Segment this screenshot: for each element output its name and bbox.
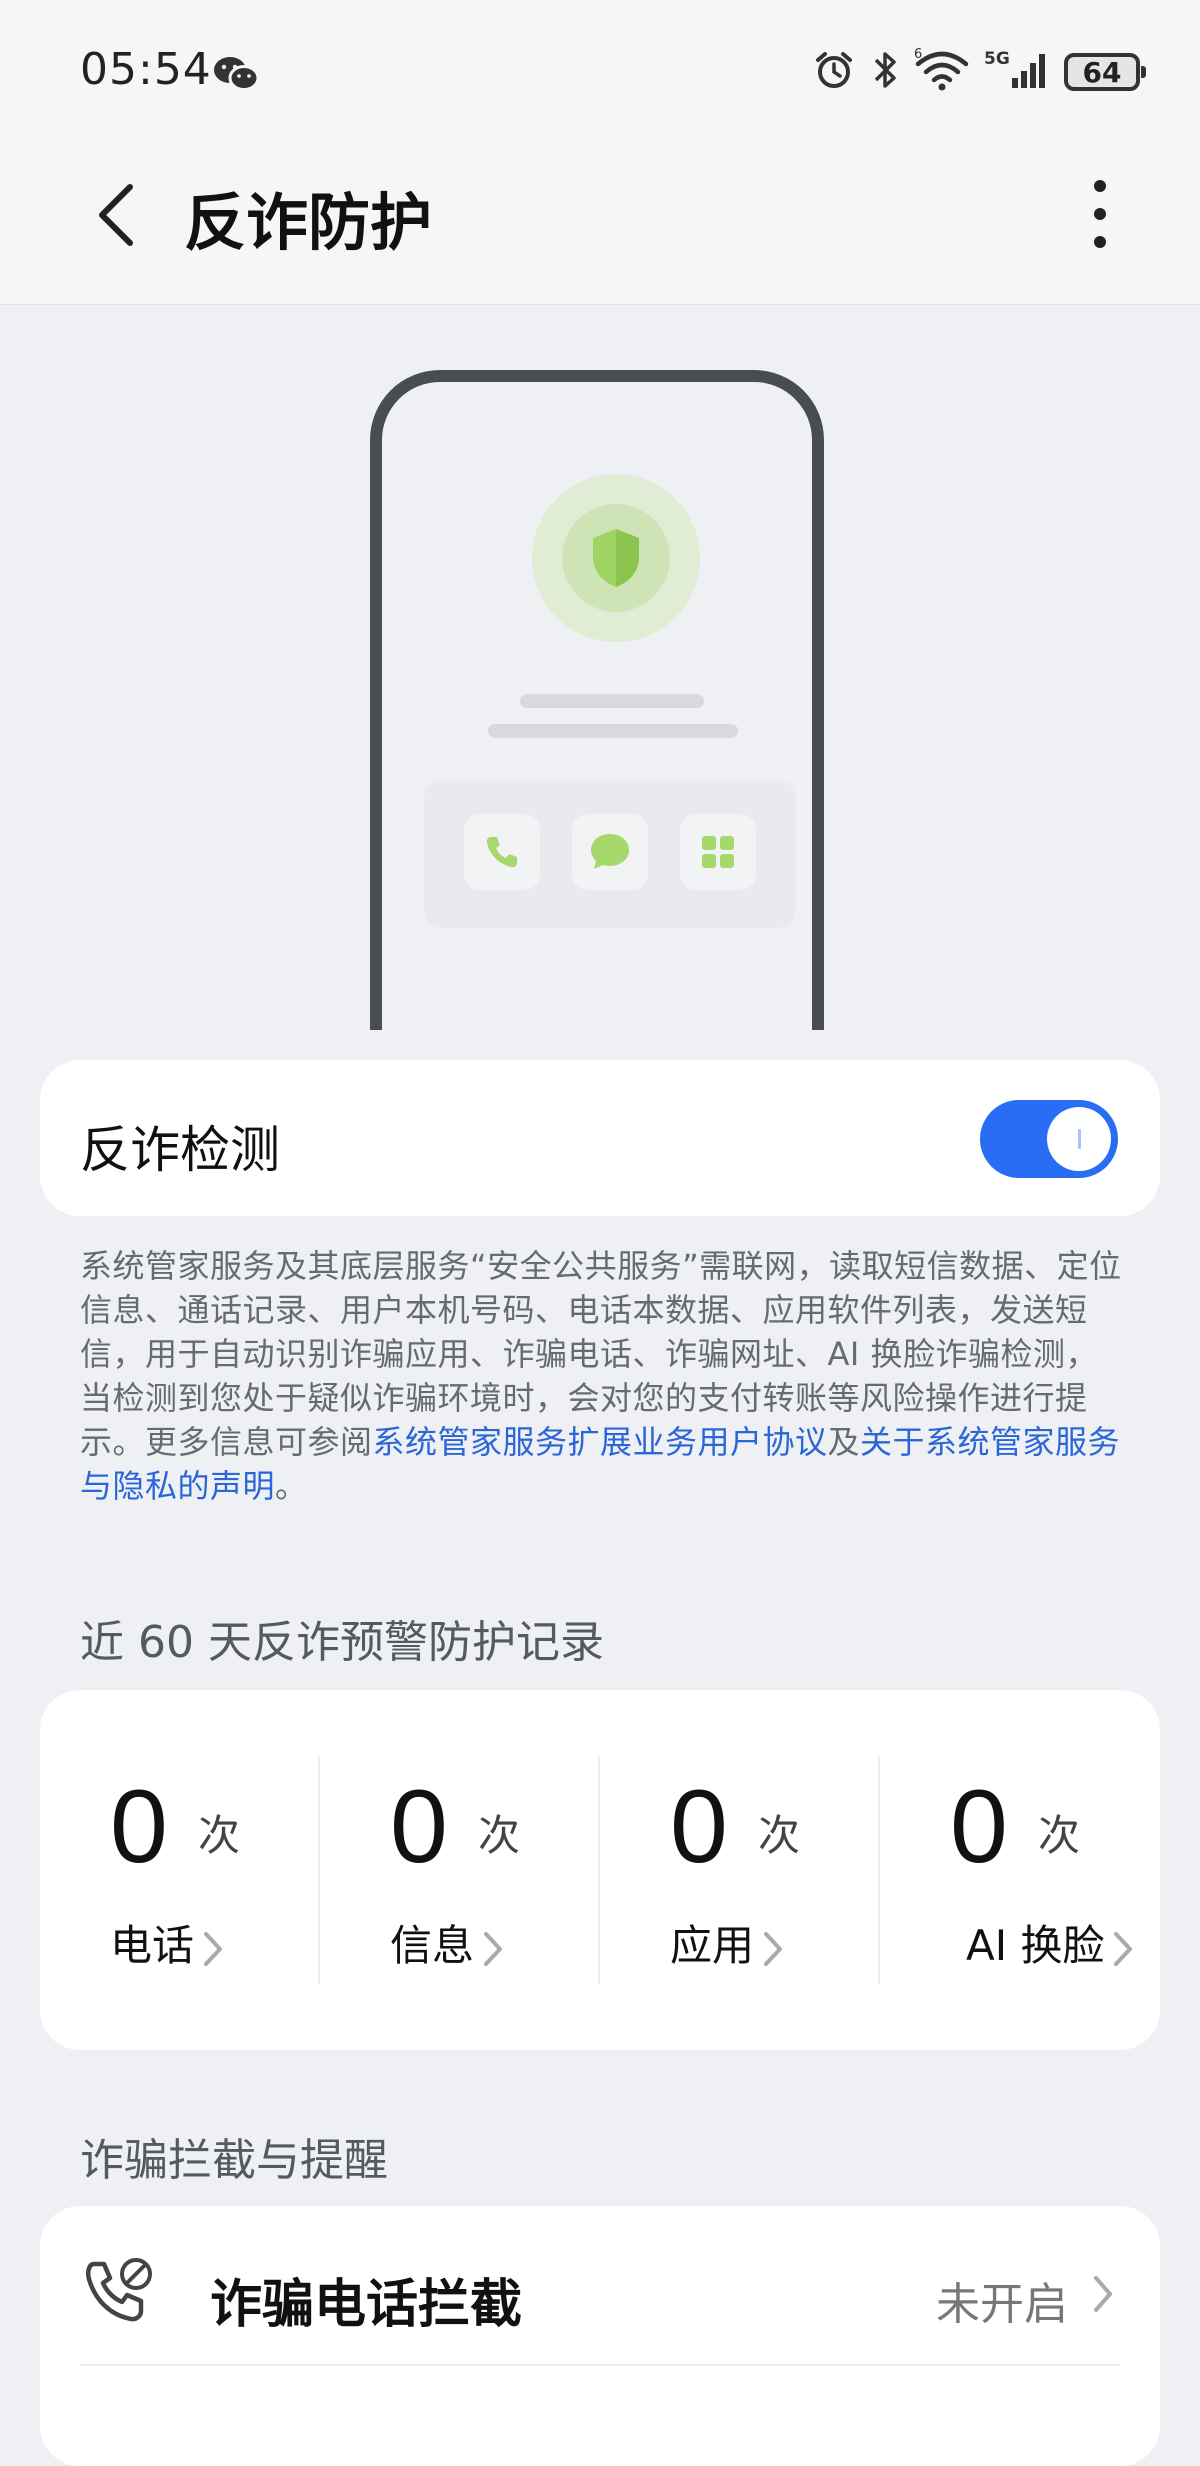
- hero-illustration: [370, 370, 830, 1030]
- record-count: 0: [390, 1769, 448, 1885]
- battery-level: 64: [1082, 55, 1122, 89]
- record-ai-faceswap[interactable]: 0 次 AI 换脸: [880, 1690, 1160, 2050]
- record-label: 应用: [670, 1912, 786, 1973]
- records-card: 0 次 电话 0 次 信息 0 次 应用 0 次 AI 换脸: [40, 1690, 1160, 2050]
- alarm-icon: [812, 48, 856, 96]
- phone-block-icon: [80, 2252, 160, 2336]
- record-count: 0: [110, 1769, 168, 1885]
- divider: [80, 2364, 1120, 2366]
- chevron-left-icon[interactable]: [94, 183, 138, 251]
- header-bar: [0, 150, 1200, 305]
- list-item-value: 未开启: [936, 2279, 1068, 2330]
- record-label: 电话: [110, 1912, 226, 1973]
- record-unit: 次: [758, 1811, 801, 1860]
- record-label: 信息: [390, 1912, 506, 1973]
- bluetooth-icon: [870, 48, 900, 96]
- fraud-call-block-row[interactable]: 诈骗电话拦截 未开启: [40, 2206, 1160, 2364]
- record-unit: 次: [198, 1811, 241, 1860]
- record-messages[interactable]: 0 次 信息: [320, 1690, 600, 2050]
- 5g-signal-icon: 5G: [984, 48, 1050, 96]
- phone-icon: [464, 814, 540, 890]
- detection-label: 反诈检测: [80, 1121, 280, 1179]
- battery-icon: 64: [1064, 53, 1146, 91]
- record-apps[interactable]: 0 次 应用: [600, 1690, 880, 2050]
- description-end: 。: [275, 1467, 308, 1505]
- detection-card: 反诈检测: [40, 1060, 1160, 1216]
- apps-icon: [680, 814, 756, 890]
- chevron-right-icon: [764, 1931, 783, 1966]
- record-unit: 次: [478, 1811, 521, 1860]
- record-unit: 次: [1038, 1811, 1081, 1860]
- record-count: 0: [670, 1769, 728, 1885]
- status-time: 05:54: [80, 44, 212, 95]
- description-joiner: 及: [827, 1423, 861, 1461]
- wifi-icon: 6: [914, 47, 970, 96]
- record-calls[interactable]: 0 次 电话: [40, 1690, 320, 2050]
- record-count: 0: [950, 1769, 1008, 1885]
- records-section-title: 近 60 天反诈预警防护记录: [80, 1617, 604, 1668]
- user-agreement-link[interactable]: 系统管家服务扩展业务用户协议: [373, 1423, 828, 1461]
- wechat-icon: [212, 54, 260, 98]
- status-bar: 05:54 6 5G 64: [0, 0, 1200, 150]
- record-label: AI 换脸: [966, 1912, 1136, 1973]
- detection-toggle[interactable]: [980, 1100, 1118, 1178]
- interception-section-title: 诈骗拦截与提醒: [80, 2135, 388, 2186]
- network-label: 5G: [984, 49, 1010, 69]
- privacy-description: 系统管家服务及其底层服务“安全公共服务”需联网，读取短信数据、定位信息、通话记录…: [80, 1244, 1130, 1508]
- message-icon: [572, 814, 648, 890]
- chevron-right-icon: [204, 1931, 223, 1966]
- interception-card: 诈骗电话拦截 未开启: [40, 2206, 1160, 2466]
- chevron-right-icon: [484, 1931, 503, 1966]
- chevron-right-icon: [1090, 2272, 1116, 2320]
- toggle-knob: [1047, 1107, 1111, 1171]
- page-title: 反诈防护: [184, 186, 433, 259]
- status-icons: 6 5G 64: [812, 44, 1146, 100]
- chevron-right-icon: [1114, 1931, 1133, 1966]
- more-vertical-icon[interactable]: [1086, 176, 1114, 256]
- list-item-label: 诈骗电话拦截: [210, 2275, 523, 2335]
- shield-icon: [589, 527, 643, 593]
- phone-illustration: [370, 370, 824, 1030]
- wifi-label: 6: [914, 48, 922, 62]
